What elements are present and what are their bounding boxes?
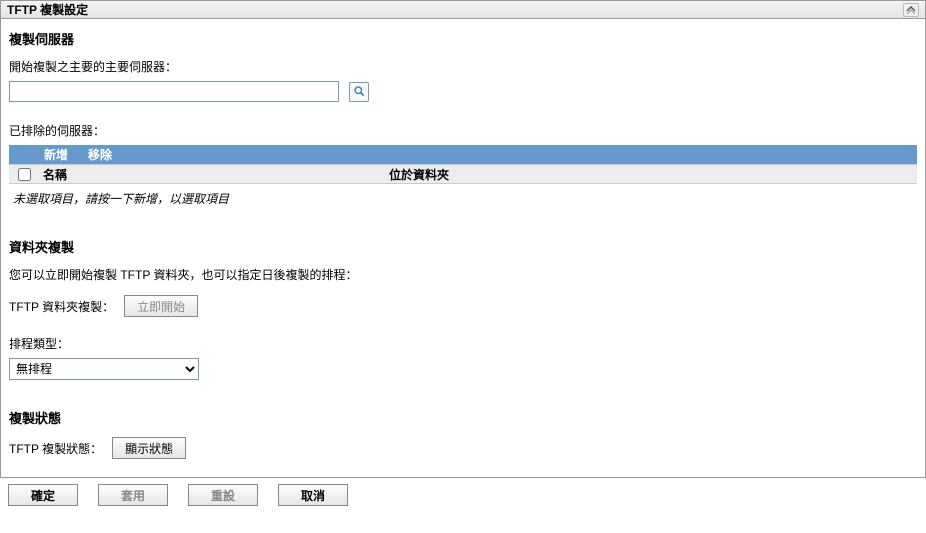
cancel-button[interactable]: 取消 bbox=[278, 484, 348, 506]
reset-button[interactable]: 重設 bbox=[188, 484, 258, 506]
chevron-up-icon bbox=[906, 6, 916, 14]
primary-server-label: 開始複製之主要的主要伺服器： bbox=[9, 58, 917, 75]
folder-replicate-label: TFTP 資料夾複製： bbox=[9, 298, 114, 315]
status-label: TFTP 複製狀態： bbox=[9, 440, 102, 457]
start-now-button[interactable]: 立即開始 bbox=[124, 295, 198, 317]
schedule-type-select[interactable]: 無排程 bbox=[9, 358, 199, 380]
ok-button[interactable]: 確定 bbox=[8, 484, 78, 506]
folder-desc: 您可以立即開始複製 TFTP 資料夾，也可以指定日後複製的排程： bbox=[9, 266, 917, 283]
remove-button[interactable]: 移除 bbox=[78, 146, 122, 163]
panel-body: 複製伺服器 開始複製之主要的主要伺服器： 已排除的伺服器： 新增 移除 名稱 位… bbox=[1, 19, 925, 477]
panel-header: TFTP 複製設定 bbox=[1, 1, 925, 19]
apply-button[interactable]: 套用 bbox=[98, 484, 168, 506]
primary-server-input[interactable] bbox=[9, 81, 339, 102]
table-empty-message: 未選取項目，請按一下新增，以選取項目 bbox=[9, 184, 917, 237]
add-button[interactable]: 新增 bbox=[34, 146, 78, 163]
tftp-settings-panel: TFTP 複製設定 複製伺服器 開始複製之主要的主要伺服器： 已排除的伺服器： … bbox=[0, 0, 926, 478]
collapse-button[interactable] bbox=[903, 3, 919, 17]
select-all-cell bbox=[9, 168, 39, 181]
schedule-type-label: 排程類型： bbox=[9, 335, 917, 352]
button-bar: 確定 套用 重設 取消 bbox=[0, 478, 926, 516]
action-bar: 新增 移除 bbox=[9, 145, 917, 164]
show-status-button[interactable]: 顯示狀態 bbox=[112, 437, 186, 459]
section-server-title: 複製伺服器 bbox=[9, 29, 917, 48]
table-header: 名稱 位於資料夾 bbox=[9, 164, 917, 184]
section-status-title: 複製狀態 bbox=[9, 408, 917, 427]
column-name: 名稱 bbox=[39, 166, 389, 183]
select-all-checkbox[interactable] bbox=[18, 168, 31, 181]
magnifier-icon bbox=[353, 85, 366, 98]
browse-button[interactable] bbox=[349, 82, 369, 102]
column-folder: 位於資料夾 bbox=[389, 166, 917, 183]
excluded-servers-label: 已排除的伺服器： bbox=[9, 122, 917, 139]
panel-title: TFTP 複製設定 bbox=[7, 1, 88, 18]
section-folder-title: 資料夾複製 bbox=[9, 237, 917, 256]
